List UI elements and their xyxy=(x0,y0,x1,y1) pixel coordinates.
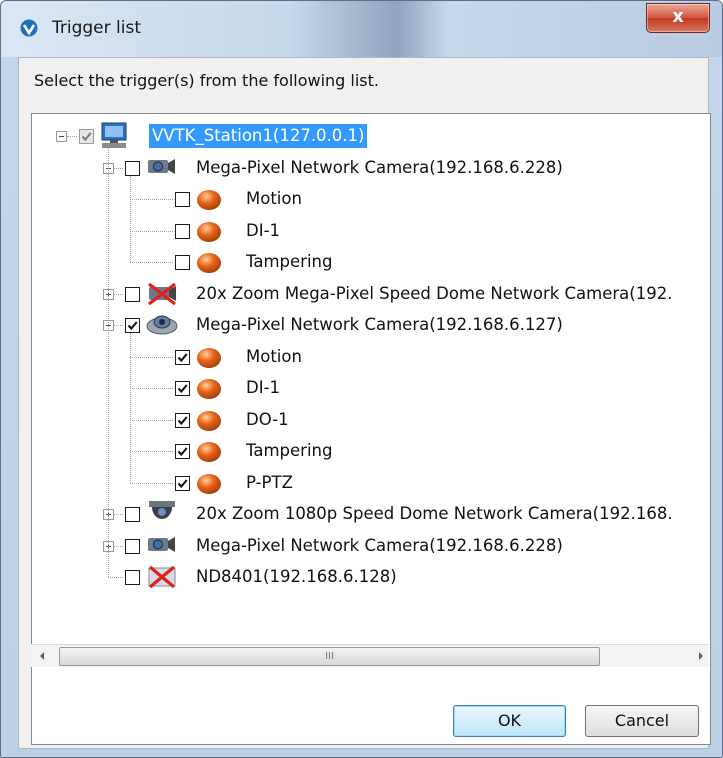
tree-connector-line xyxy=(130,419,173,421)
fisheye-camera-icon xyxy=(146,315,178,335)
checkbox[interactable] xyxy=(125,538,140,554)
tree-connector-line xyxy=(114,293,123,295)
trigger-orb-icon xyxy=(197,379,221,399)
checkbox[interactable] xyxy=(175,381,190,396)
tree-connector-line xyxy=(114,514,123,515)
camera-node-label[interactable]: 20x Zoom 1080p Speed Dome Network Camera… xyxy=(196,502,673,526)
checkbox[interactable] xyxy=(79,129,94,144)
trigger-node-label[interactable]: Motion xyxy=(246,345,302,369)
instruction-text: Select the trigger(s) from the following… xyxy=(34,71,379,90)
trigger-node-label[interactable]: Tampering xyxy=(246,439,332,463)
checkbox[interactable] xyxy=(175,223,190,239)
dome-camera-icon xyxy=(149,501,175,519)
tree-connector-line xyxy=(130,482,173,484)
scrollbar-thumb[interactable]: III xyxy=(59,647,600,666)
tree-connector-line xyxy=(130,199,173,200)
cancel-button[interactable]: Cancel xyxy=(585,705,699,737)
collapse-toggle[interactable] xyxy=(56,131,67,142)
dialog-body: Select the trigger(s) from the following… xyxy=(18,57,711,749)
trigger-node-label[interactable]: Motion xyxy=(246,187,302,211)
scroll-right-arrow-icon[interactable] xyxy=(697,651,705,661)
checkbox[interactable] xyxy=(125,507,140,522)
checkbox[interactable] xyxy=(125,318,140,333)
disconnected-camera-icon xyxy=(148,282,176,305)
tree-connector-line xyxy=(114,545,123,547)
close-button[interactable]: x xyxy=(646,3,710,33)
window-title: Trigger list xyxy=(52,18,142,38)
trigger-node-label[interactable]: Tampering xyxy=(246,250,332,274)
checkbox[interactable] xyxy=(125,286,140,302)
checkmark-icon xyxy=(81,132,92,142)
camera-node-label[interactable]: Mega-Pixel Network Camera(192.168.6.228) xyxy=(196,156,563,180)
tree-connector-line xyxy=(130,333,131,483)
checkmark-icon xyxy=(177,384,188,394)
computer-icon xyxy=(101,122,127,148)
ok-button[interactable]: OK xyxy=(453,705,566,737)
title-bar[interactable]: Trigger list x xyxy=(1,1,722,57)
horizontal-scrollbar[interactable]: III xyxy=(31,644,709,667)
tree-connector-line xyxy=(108,144,109,577)
disconnected-nvr-icon xyxy=(148,565,176,589)
trigger-node-label[interactable]: DI-1 xyxy=(246,219,280,243)
trigger-node-label[interactable]: DO-1 xyxy=(246,408,289,432)
tree-connector-line xyxy=(114,325,123,326)
tree-connector-line xyxy=(130,388,173,389)
trigger-orb-icon xyxy=(197,410,221,431)
trigger-orb-icon xyxy=(197,221,221,242)
tree-connector-line xyxy=(130,175,131,262)
camera-node-label[interactable]: ND8401(192.168.6.128) xyxy=(196,565,397,589)
checkmark-icon xyxy=(177,415,188,425)
checkbox[interactable] xyxy=(175,192,190,207)
camera-node-label[interactable]: Mega-Pixel Network Camera(192.168.6.127) xyxy=(196,313,563,337)
trigger-orb-icon xyxy=(197,473,221,494)
tree-connector-line xyxy=(67,136,77,137)
close-icon: x xyxy=(672,6,684,27)
trigger-orb-icon xyxy=(197,347,221,368)
checkbox[interactable] xyxy=(175,444,190,459)
trigger-orb-icon xyxy=(197,442,221,462)
checkmark-icon xyxy=(127,321,138,331)
scroll-left-arrow-icon[interactable] xyxy=(38,651,46,661)
app-icon xyxy=(20,19,38,37)
tree-connector-line xyxy=(130,262,173,263)
checkbox[interactable] xyxy=(175,412,190,428)
checkbox[interactable] xyxy=(175,475,190,491)
trigger-list-dialog: Trigger list x Select the trigger(s) fro… xyxy=(0,0,723,758)
scrollbar-grip: III xyxy=(325,651,334,662)
trigger-orb-icon xyxy=(197,253,221,273)
checkbox[interactable] xyxy=(125,160,140,176)
tree-connector-line xyxy=(114,167,123,169)
box-camera-icon xyxy=(148,536,175,552)
checkmark-icon xyxy=(177,352,188,362)
camera-node-label[interactable]: Mega-Pixel Network Camera(192.168.6.228) xyxy=(196,534,563,558)
tree-connector-line xyxy=(130,230,173,232)
trigger-node-label[interactable]: P-PTZ xyxy=(246,471,293,495)
camera-node-label[interactable]: 20x Zoom Mega-Pixel Speed Dome Network C… xyxy=(196,282,672,306)
tree-connector-line xyxy=(130,356,173,358)
minus-icon xyxy=(59,136,64,137)
tree-connector-line xyxy=(108,577,123,578)
checkbox[interactable] xyxy=(125,570,140,585)
station-node-label[interactable]: VVTK_Station1(127.0.0.1) xyxy=(149,124,368,148)
checkmark-icon xyxy=(177,478,188,488)
box-camera-icon xyxy=(148,158,175,174)
trigger-node-label[interactable]: DI-1 xyxy=(246,376,280,400)
checkbox[interactable] xyxy=(175,349,190,365)
tree-connector-line xyxy=(130,451,173,452)
trigger-orb-icon xyxy=(197,190,221,210)
checkbox[interactable] xyxy=(175,255,190,270)
checkmark-icon xyxy=(177,447,188,457)
